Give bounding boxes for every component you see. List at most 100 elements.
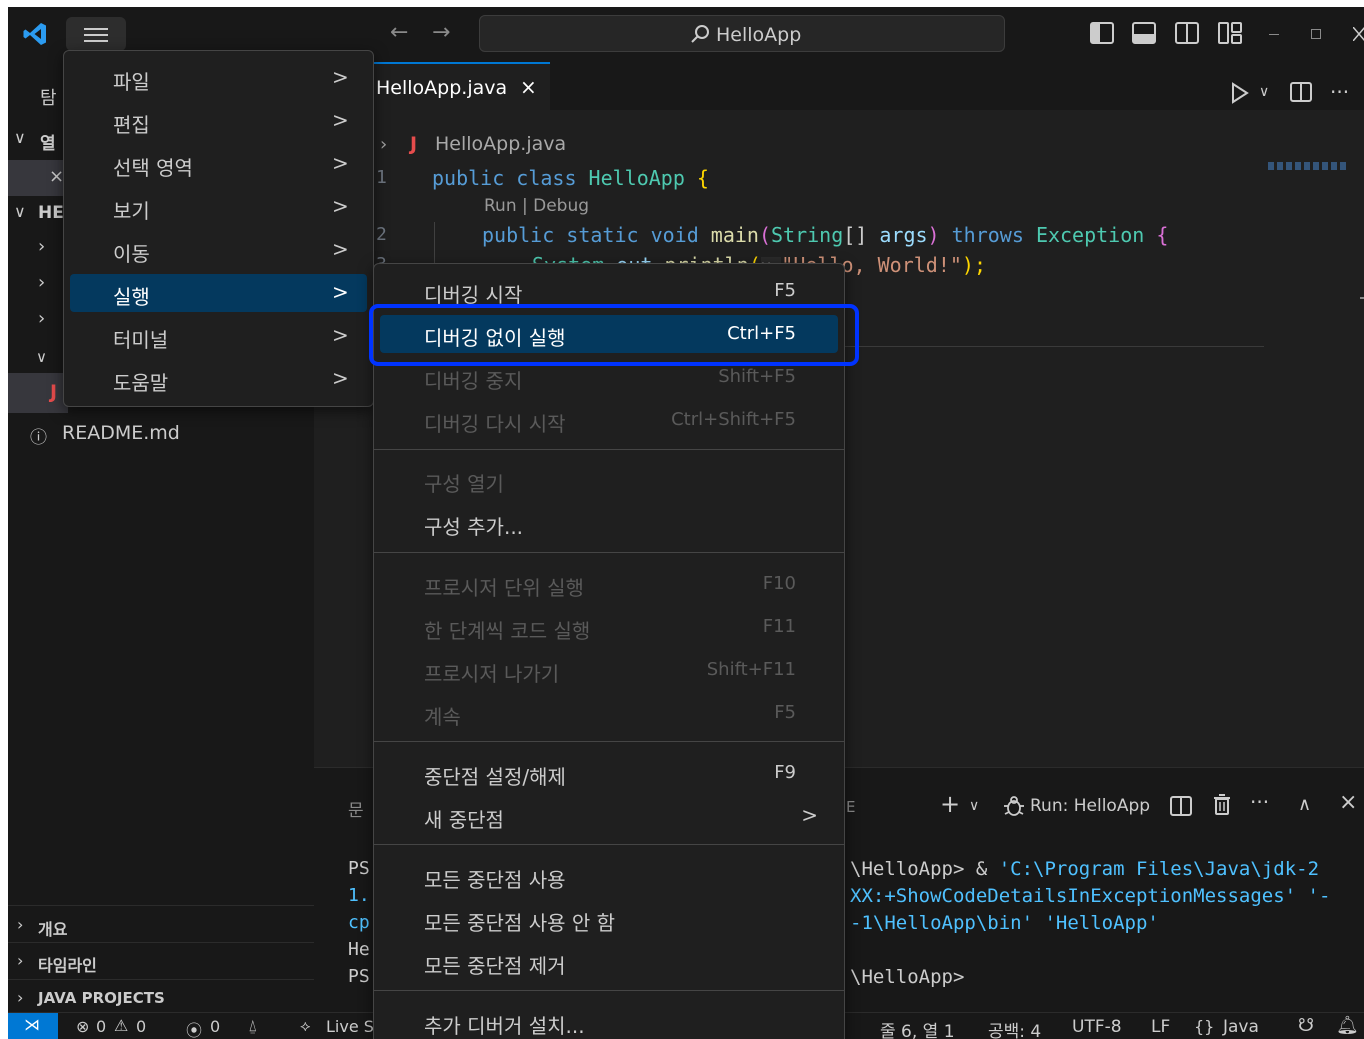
chevron-right-icon[interactable]: ›: [38, 308, 45, 329]
menu-label: 보기: [113, 199, 150, 223]
menu-item-go[interactable]: 이동 >: [70, 231, 367, 269]
code-line-2[interactable]: public static void main(String[] args) t…: [482, 223, 1168, 247]
minimap[interactable]: [1268, 162, 1348, 170]
menu-item-file[interactable]: 파일 >: [70, 59, 367, 97]
java-projects-header[interactable]: JAVA PROJECTS: [38, 989, 165, 1007]
timeline-header[interactable]: 타임라인: [38, 952, 97, 976]
menu-separator: [374, 449, 844, 450]
chevron-down-icon[interactable]: ∨: [14, 202, 26, 221]
menu-item-selection[interactable]: 선택 영역 >: [70, 145, 367, 183]
breadcrumb[interactable]: HelloApp.java: [435, 133, 566, 155]
workspace-header[interactable]: HE: [38, 203, 64, 223]
chevron-right-icon[interactable]: ›: [38, 236, 45, 257]
menu-item-enable-all-breakpoints[interactable]: 모든 중단점 사용: [380, 857, 838, 895]
more-actions-icon[interactable]: ···: [1330, 80, 1349, 104]
divider: [8, 979, 314, 980]
menu-item-edit[interactable]: 편집 >: [70, 102, 367, 140]
menu-item-step-out[interactable]: 프로시저 나가기 Shift+F11: [380, 651, 838, 689]
close-window-icon[interactable]: [1353, 27, 1364, 41]
menu-item-new-breakpoint[interactable]: 새 중단점 >: [380, 797, 838, 835]
chevron-right-icon[interactable]: ›: [17, 915, 23, 934]
trash-icon[interactable]: [1213, 794, 1231, 816]
run-submenu: 디버깅 시작 F5 디버깅 없이 실행 Ctrl+F5 디버깅 중지 Shift+F5…: [373, 263, 845, 1039]
panel-tab-problems[interactable]: 문: [348, 796, 364, 821]
file-item-readme[interactable]: README.md: [62, 422, 180, 444]
menu-item-help[interactable]: 도움말 >: [70, 360, 367, 398]
back-arrow-icon[interactable]: ←: [390, 20, 408, 45]
toggle-secondary-sidebar-icon[interactable]: [1175, 22, 1199, 44]
indentation[interactable]: 공백: 4: [988, 1017, 1041, 1039]
end-of-line[interactable]: LF: [1151, 1017, 1170, 1037]
debug-launch-icon[interactable]: ⍙: [248, 1016, 258, 1036]
terminal-line: XX:+ShowCodeDetailsInExceptionMessages' …: [850, 885, 1330, 907]
more-actions-icon[interactable]: ···: [1250, 790, 1269, 814]
warning-count[interactable]: 0: [136, 1017, 146, 1036]
tab-helloapp[interactable]: HelloApp.java ×: [372, 62, 550, 110]
menu-item-restart-debugging[interactable]: 디버깅 다시 시작 Ctrl+Shift+F5: [380, 401, 838, 439]
outline-header[interactable]: 개요: [38, 916, 67, 940]
cursor-position[interactable]: 줄 6, 열 1: [880, 1017, 955, 1039]
shortcut: Ctrl+Shift+F5: [671, 409, 796, 430]
language-mode[interactable]: Java: [1223, 1017, 1259, 1037]
menu-separator: [374, 844, 844, 845]
toggle-primary-sidebar-icon[interactable]: [1090, 22, 1114, 44]
close-icon[interactable]: ×: [49, 166, 64, 187]
customize-layout-icon[interactable]: [1218, 22, 1242, 44]
code-lens-run-debug[interactable]: Run | Debug: [484, 196, 589, 216]
run-dropdown-icon[interactable]: ∨: [1259, 84, 1269, 100]
line-number: 1: [376, 167, 387, 188]
menu-item-disable-all-breakpoints[interactable]: 모든 중단점 사용 안 함: [380, 900, 838, 938]
open-editors-header[interactable]: 열: [40, 129, 56, 154]
maximize-panel-icon[interactable]: ∧: [1298, 794, 1311, 815]
menu-label: 모든 중단점 사용: [424, 868, 566, 892]
new-terminal-icon[interactable]: +: [940, 790, 960, 818]
menu-item-add-configuration[interactable]: 구성 추가...: [380, 504, 838, 542]
chevron-down-icon[interactable]: ∨: [14, 128, 26, 147]
menu-item-open-configurations[interactable]: 구성 열기: [380, 461, 838, 499]
file-item-helloapp[interactable]: J: [8, 373, 68, 413]
forward-arrow-icon[interactable]: →: [432, 20, 450, 45]
menu-item-install-debuggers[interactable]: 추가 디버거 설치...: [380, 1003, 838, 1039]
command-center-search[interactable]: HelloApp: [479, 15, 1005, 52]
chevron-right-icon[interactable]: ›: [17, 988, 23, 1007]
menu-item-remove-all-breakpoints[interactable]: 모든 중단점 제거: [380, 943, 838, 981]
live-server-label[interactable]: Live S: [326, 1017, 374, 1036]
menu-item-toggle-breakpoint[interactable]: 중단점 설정/해제 F9: [380, 754, 838, 792]
maximize-icon[interactable]: [1311, 29, 1321, 39]
menu-label: 디버깅 중지: [424, 369, 523, 393]
split-editor-icon[interactable]: [1290, 82, 1312, 102]
terminal-dropdown-icon[interactable]: ∨: [969, 798, 979, 814]
open-editor-item[interactable]: ×: [8, 160, 68, 196]
terminal-name[interactable]: Run: HelloApp: [1030, 796, 1150, 816]
toggle-panel-icon[interactable]: [1132, 22, 1156, 44]
chevron-right-icon: >: [332, 65, 349, 89]
menu-item-continue[interactable]: 계속 F5: [380, 694, 838, 732]
menu-item-terminal[interactable]: 터미널 >: [70, 317, 367, 355]
chevron-right-icon[interactable]: ›: [38, 272, 45, 293]
error-icon[interactable]: ⊗: [76, 1017, 89, 1036]
warning-icon[interactable]: ⚠: [114, 1016, 128, 1035]
ports-icon[interactable]: ⦿: [186, 1017, 202, 1039]
split-terminal-icon[interactable]: [1170, 796, 1192, 816]
menu-item-view[interactable]: 보기 >: [70, 188, 367, 226]
terminal-line: He: [348, 939, 370, 960]
panel-tab[interactable]: E: [846, 798, 855, 816]
menu-item-step-into[interactable]: 한 단계씩 코드 실행 F11: [380, 608, 838, 646]
notifications-bell-icon[interactable]: 🔔︎: [1336, 1015, 1359, 1036]
minimize-icon[interactable]: [1269, 34, 1279, 35]
menu-label: 편집: [113, 113, 150, 137]
code-line-1[interactable]: public class HelloApp {: [432, 166, 709, 190]
encoding[interactable]: UTF-8: [1072, 1017, 1122, 1037]
run-icon[interactable]: [1230, 82, 1250, 104]
menu-item-step-over[interactable]: 프로시저 단위 실행 F10: [380, 565, 838, 603]
close-panel-icon[interactable]: ×: [1339, 790, 1357, 815]
close-tab-icon[interactable]: ×: [520, 75, 537, 99]
menu-item-run[interactable]: 실행 >: [70, 274, 367, 312]
menu-button[interactable]: [66, 17, 126, 51]
chevron-right-icon[interactable]: ›: [17, 951, 23, 970]
chevron-down-icon[interactable]: ∨: [36, 348, 47, 366]
error-count[interactable]: 0: [96, 1017, 106, 1036]
ports-count[interactable]: 0: [210, 1017, 220, 1036]
copilot-icon[interactable]: ☋: [1298, 1015, 1314, 1036]
remote-indicator[interactable]: ⋊: [8, 1013, 58, 1039]
